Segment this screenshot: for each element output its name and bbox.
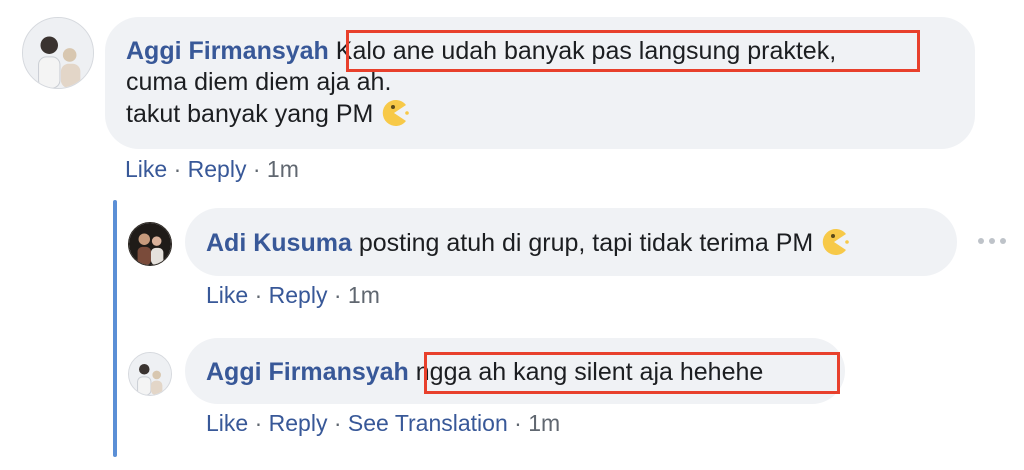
reply-link[interactable]: Reply [269, 282, 328, 308]
see-translation-link[interactable]: See Translation [348, 410, 508, 436]
timestamp[interactable]: 1m [348, 282, 380, 308]
separator: · [252, 156, 261, 182]
dot [978, 238, 984, 244]
more-options-icon[interactable] [978, 234, 1006, 248]
comment-line: Aggi Firmansyah ngga ah kang silent aja … [206, 357, 845, 388]
comment-actions: Like · Reply · See Translation · 1m [206, 410, 560, 437]
avatar-photo [129, 353, 171, 395]
dot [989, 238, 995, 244]
comment-actions: Like · Reply · 1m [206, 282, 380, 309]
comment-actions: Like · Reply · 1m [125, 156, 299, 183]
separator: · [514, 410, 522, 436]
comment-text: posting atuh di grup, tapi tidak terima … [358, 229, 814, 257]
reply-link[interactable]: Reply [269, 410, 328, 436]
like-link[interactable]: Like [206, 410, 248, 436]
avatar-photo [129, 223, 171, 265]
separator: · [333, 282, 342, 308]
author-name[interactable]: Adi Kusuma [206, 229, 352, 257]
timestamp[interactable]: 1m [267, 156, 299, 182]
comment-text: ngga ah kang silent aja hehehe [415, 358, 764, 386]
comment-text: takut banyak yang PM [126, 100, 374, 128]
avatar-photo [23, 18, 93, 88]
comment-thread: Aggi Firmansyah Kalo ane udah banyak pas… [0, 0, 1024, 470]
pacman-emoji-icon [379, 98, 410, 128]
avatar[interactable] [128, 352, 172, 396]
comment-bubble: Adi Kusuma posting atuh di grup, tapi ti… [185, 208, 957, 276]
like-link[interactable]: Like [125, 156, 167, 182]
avatar[interactable] [128, 222, 172, 266]
avatar[interactable] [22, 17, 94, 89]
reply-link[interactable]: Reply [188, 156, 247, 182]
separator: · [254, 282, 263, 308]
like-link[interactable]: Like [206, 282, 248, 308]
timestamp[interactable]: 1m [528, 410, 560, 436]
pacman-emoji-icon [819, 227, 850, 257]
comment-bubble: Aggi Firmansyah ngga ah kang silent aja … [185, 338, 845, 404]
comment-bubble: Aggi Firmansyah Kalo ane udah banyak pas… [105, 17, 975, 149]
separator: · [333, 410, 342, 436]
separator: · [254, 410, 263, 436]
comment-line: Adi Kusuma posting atuh di grup, tapi ti… [206, 227, 957, 259]
thread-line [113, 200, 117, 457]
separator: · [173, 156, 182, 182]
comment-text: cuma diem diem aja ah. [126, 68, 392, 96]
comment-text: Kalo ane udah banyak pas langsung prakte… [335, 37, 837, 65]
author-name[interactable]: Aggi Firmansyah [126, 37, 329, 65]
dot [1000, 238, 1006, 244]
author-name[interactable]: Aggi Firmansyah [206, 358, 409, 386]
comment-line: Aggi Firmansyah Kalo ane udah banyak pas… [126, 36, 975, 67]
comment-line: takut banyak yang PM [126, 98, 975, 130]
